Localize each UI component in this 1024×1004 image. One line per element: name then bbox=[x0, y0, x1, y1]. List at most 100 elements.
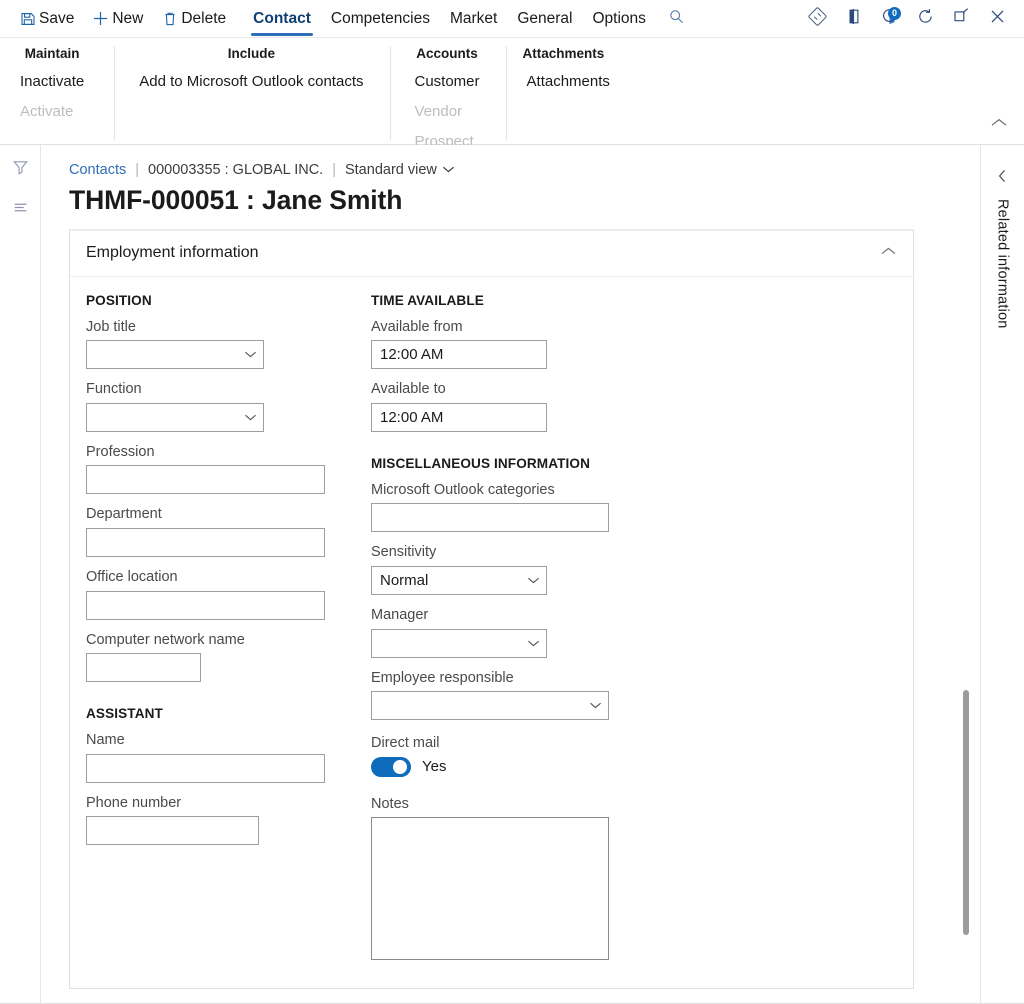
command-tabs: Contact Competencies Market General Opti… bbox=[243, 0, 656, 38]
assistant-phone-number-input[interactable] bbox=[86, 816, 259, 846]
save-button[interactable]: Save bbox=[10, 0, 83, 38]
assistant-name-field: Name bbox=[86, 731, 371, 783]
view-selector[interactable]: Standard view bbox=[345, 162, 455, 178]
delete-button[interactable]: Delete bbox=[152, 0, 235, 38]
attachments-button[interactable]: Attachments bbox=[523, 69, 614, 95]
search-button[interactable] bbox=[660, 0, 694, 38]
chevron-left-icon[interactable] bbox=[996, 167, 1009, 185]
computer-network-name-input[interactable] bbox=[86, 653, 201, 683]
popout-icon bbox=[952, 7, 971, 31]
employment-information-panel-header[interactable]: Employment information bbox=[70, 231, 913, 277]
tab-contact[interactable]: Contact bbox=[243, 0, 321, 38]
tab-competencies[interactable]: Competencies bbox=[321, 0, 440, 38]
add-to-outlook-contacts-button[interactable]: Add to Microsoft Outlook contacts bbox=[135, 69, 367, 95]
tab-general[interactable]: General bbox=[507, 0, 582, 38]
collapse-action-pane-button[interactable] bbox=[990, 46, 1024, 140]
function-combobox[interactable] bbox=[86, 402, 264, 432]
breadcrumb-contacts-link[interactable]: Contacts bbox=[69, 162, 126, 178]
direct-mail-value: Yes bbox=[422, 758, 447, 776]
record-content-area: Contacts | 000003355 : GLOBAL INC. | Sta… bbox=[41, 145, 980, 1003]
command-bar-right-icons: 0 bbox=[800, 2, 1018, 36]
toggle-knob bbox=[393, 759, 407, 774]
action-group-include-title: Include bbox=[227, 46, 275, 61]
assistant-group-heading: ASSISTANT bbox=[86, 706, 163, 722]
action-group-attachments-title: Attachments bbox=[522, 46, 605, 61]
office-app-launcher-button[interactable] bbox=[836, 2, 870, 36]
available-from-label: Available from bbox=[371, 318, 463, 335]
job-title-input[interactable] bbox=[86, 340, 264, 370]
workspace: Contacts | 000003355 : GLOBAL INC. | Sta… bbox=[0, 145, 1024, 1003]
related-information-rail[interactable]: Related information bbox=[980, 145, 1024, 1003]
filter-icon-button[interactable] bbox=[7, 157, 33, 183]
manager-input[interactable] bbox=[371, 628, 547, 658]
close-button[interactable] bbox=[980, 2, 1014, 36]
employment-information-panel-body: POSITION Job title Function Profession D… bbox=[70, 277, 913, 989]
refresh-button[interactable] bbox=[908, 2, 942, 36]
dynamics-diamond-button[interactable] bbox=[800, 2, 834, 36]
close-icon bbox=[988, 7, 1007, 31]
department-label: Department bbox=[86, 506, 162, 523]
action-group-accounts-title: Accounts bbox=[416, 46, 478, 61]
sensitivity-input[interactable] bbox=[371, 566, 547, 596]
inactivate-button[interactable]: Inactivate bbox=[16, 69, 88, 95]
panel-collapse-button[interactable] bbox=[880, 244, 897, 262]
employee-responsible-label: Employee responsible bbox=[371, 669, 514, 686]
available-from-field: Available from bbox=[371, 318, 671, 370]
chevron-down-icon bbox=[442, 162, 455, 178]
office-location-field: Office location bbox=[86, 568, 371, 620]
content-scrollbar[interactable] bbox=[960, 145, 972, 1003]
direct-mail-toggle[interactable] bbox=[371, 756, 411, 777]
function-input[interactable] bbox=[86, 402, 264, 432]
save-button-label: Save bbox=[39, 9, 75, 27]
employee-responsible-input[interactable] bbox=[371, 691, 609, 721]
job-title-field: Job title bbox=[86, 318, 371, 370]
customer-button[interactable]: Customer bbox=[411, 69, 484, 95]
manager-label: Manager bbox=[371, 607, 429, 624]
notes-field: Notes bbox=[371, 795, 671, 966]
sensitivity-combobox[interactable] bbox=[371, 566, 547, 596]
breadcrumb-separator-2: | bbox=[332, 162, 336, 178]
employee-responsible-combobox[interactable] bbox=[371, 691, 609, 721]
position-column: POSITION Job title Function Profession D… bbox=[86, 293, 371, 977]
notifications-button[interactable]: 0 bbox=[872, 2, 906, 36]
tab-contact-label: Contact bbox=[253, 9, 311, 27]
job-title-combobox[interactable] bbox=[86, 340, 264, 370]
tab-general-label: General bbox=[517, 9, 573, 27]
save-icon bbox=[19, 10, 36, 27]
office-location-label: Office location bbox=[86, 569, 178, 586]
outlook-categories-input[interactable] bbox=[371, 503, 609, 533]
direct-mail-toggle-row: Yes bbox=[371, 756, 671, 777]
misc-column: TIME AVAILABLE Available from Available … bbox=[371, 293, 671, 977]
activate-button: Activate bbox=[20, 102, 74, 120]
content-scrollbar-thumb[interactable] bbox=[963, 690, 969, 935]
department-input[interactable] bbox=[86, 528, 325, 558]
available-to-input[interactable] bbox=[371, 402, 547, 432]
related-information-label: Related information bbox=[994, 199, 1011, 329]
profession-label: Profession bbox=[86, 443, 155, 460]
profession-input[interactable] bbox=[86, 465, 325, 495]
action-group-attachments: Attachments Attachments bbox=[505, 46, 628, 140]
action-pane: Maintain Inactivate Activate Include Add… bbox=[0, 38, 1024, 150]
profession-field: Profession bbox=[86, 443, 371, 495]
assistant-name-label: Name bbox=[86, 732, 125, 749]
filter-icon bbox=[12, 159, 29, 181]
dynamics-diamond-icon bbox=[807, 6, 827, 31]
manager-combobox[interactable] bbox=[371, 628, 547, 658]
computer-network-name-label: Computer network name bbox=[86, 631, 245, 648]
function-field: Function bbox=[86, 380, 371, 432]
notes-textarea[interactable] bbox=[371, 817, 609, 961]
available-from-input[interactable] bbox=[371, 340, 547, 370]
new-button[interactable]: New bbox=[83, 0, 152, 38]
popout-button[interactable] bbox=[944, 2, 978, 36]
computer-network-name-field: Computer network name bbox=[86, 631, 371, 683]
assistant-phone-number-label: Phone number bbox=[86, 794, 182, 811]
assistant-name-input[interactable] bbox=[86, 753, 325, 783]
outlook-categories-label: Microsoft Outlook categories bbox=[371, 481, 555, 498]
action-group-include: Include Add to Microsoft Outlook contact… bbox=[114, 46, 389, 140]
tab-market[interactable]: Market bbox=[440, 0, 507, 38]
tab-options[interactable]: Options bbox=[582, 0, 655, 38]
office-location-input[interactable] bbox=[86, 590, 325, 620]
manager-field: Manager bbox=[371, 606, 671, 658]
list-lines-icon-button[interactable] bbox=[7, 197, 33, 223]
direct-mail-field: Direct mail Yes bbox=[371, 734, 671, 777]
